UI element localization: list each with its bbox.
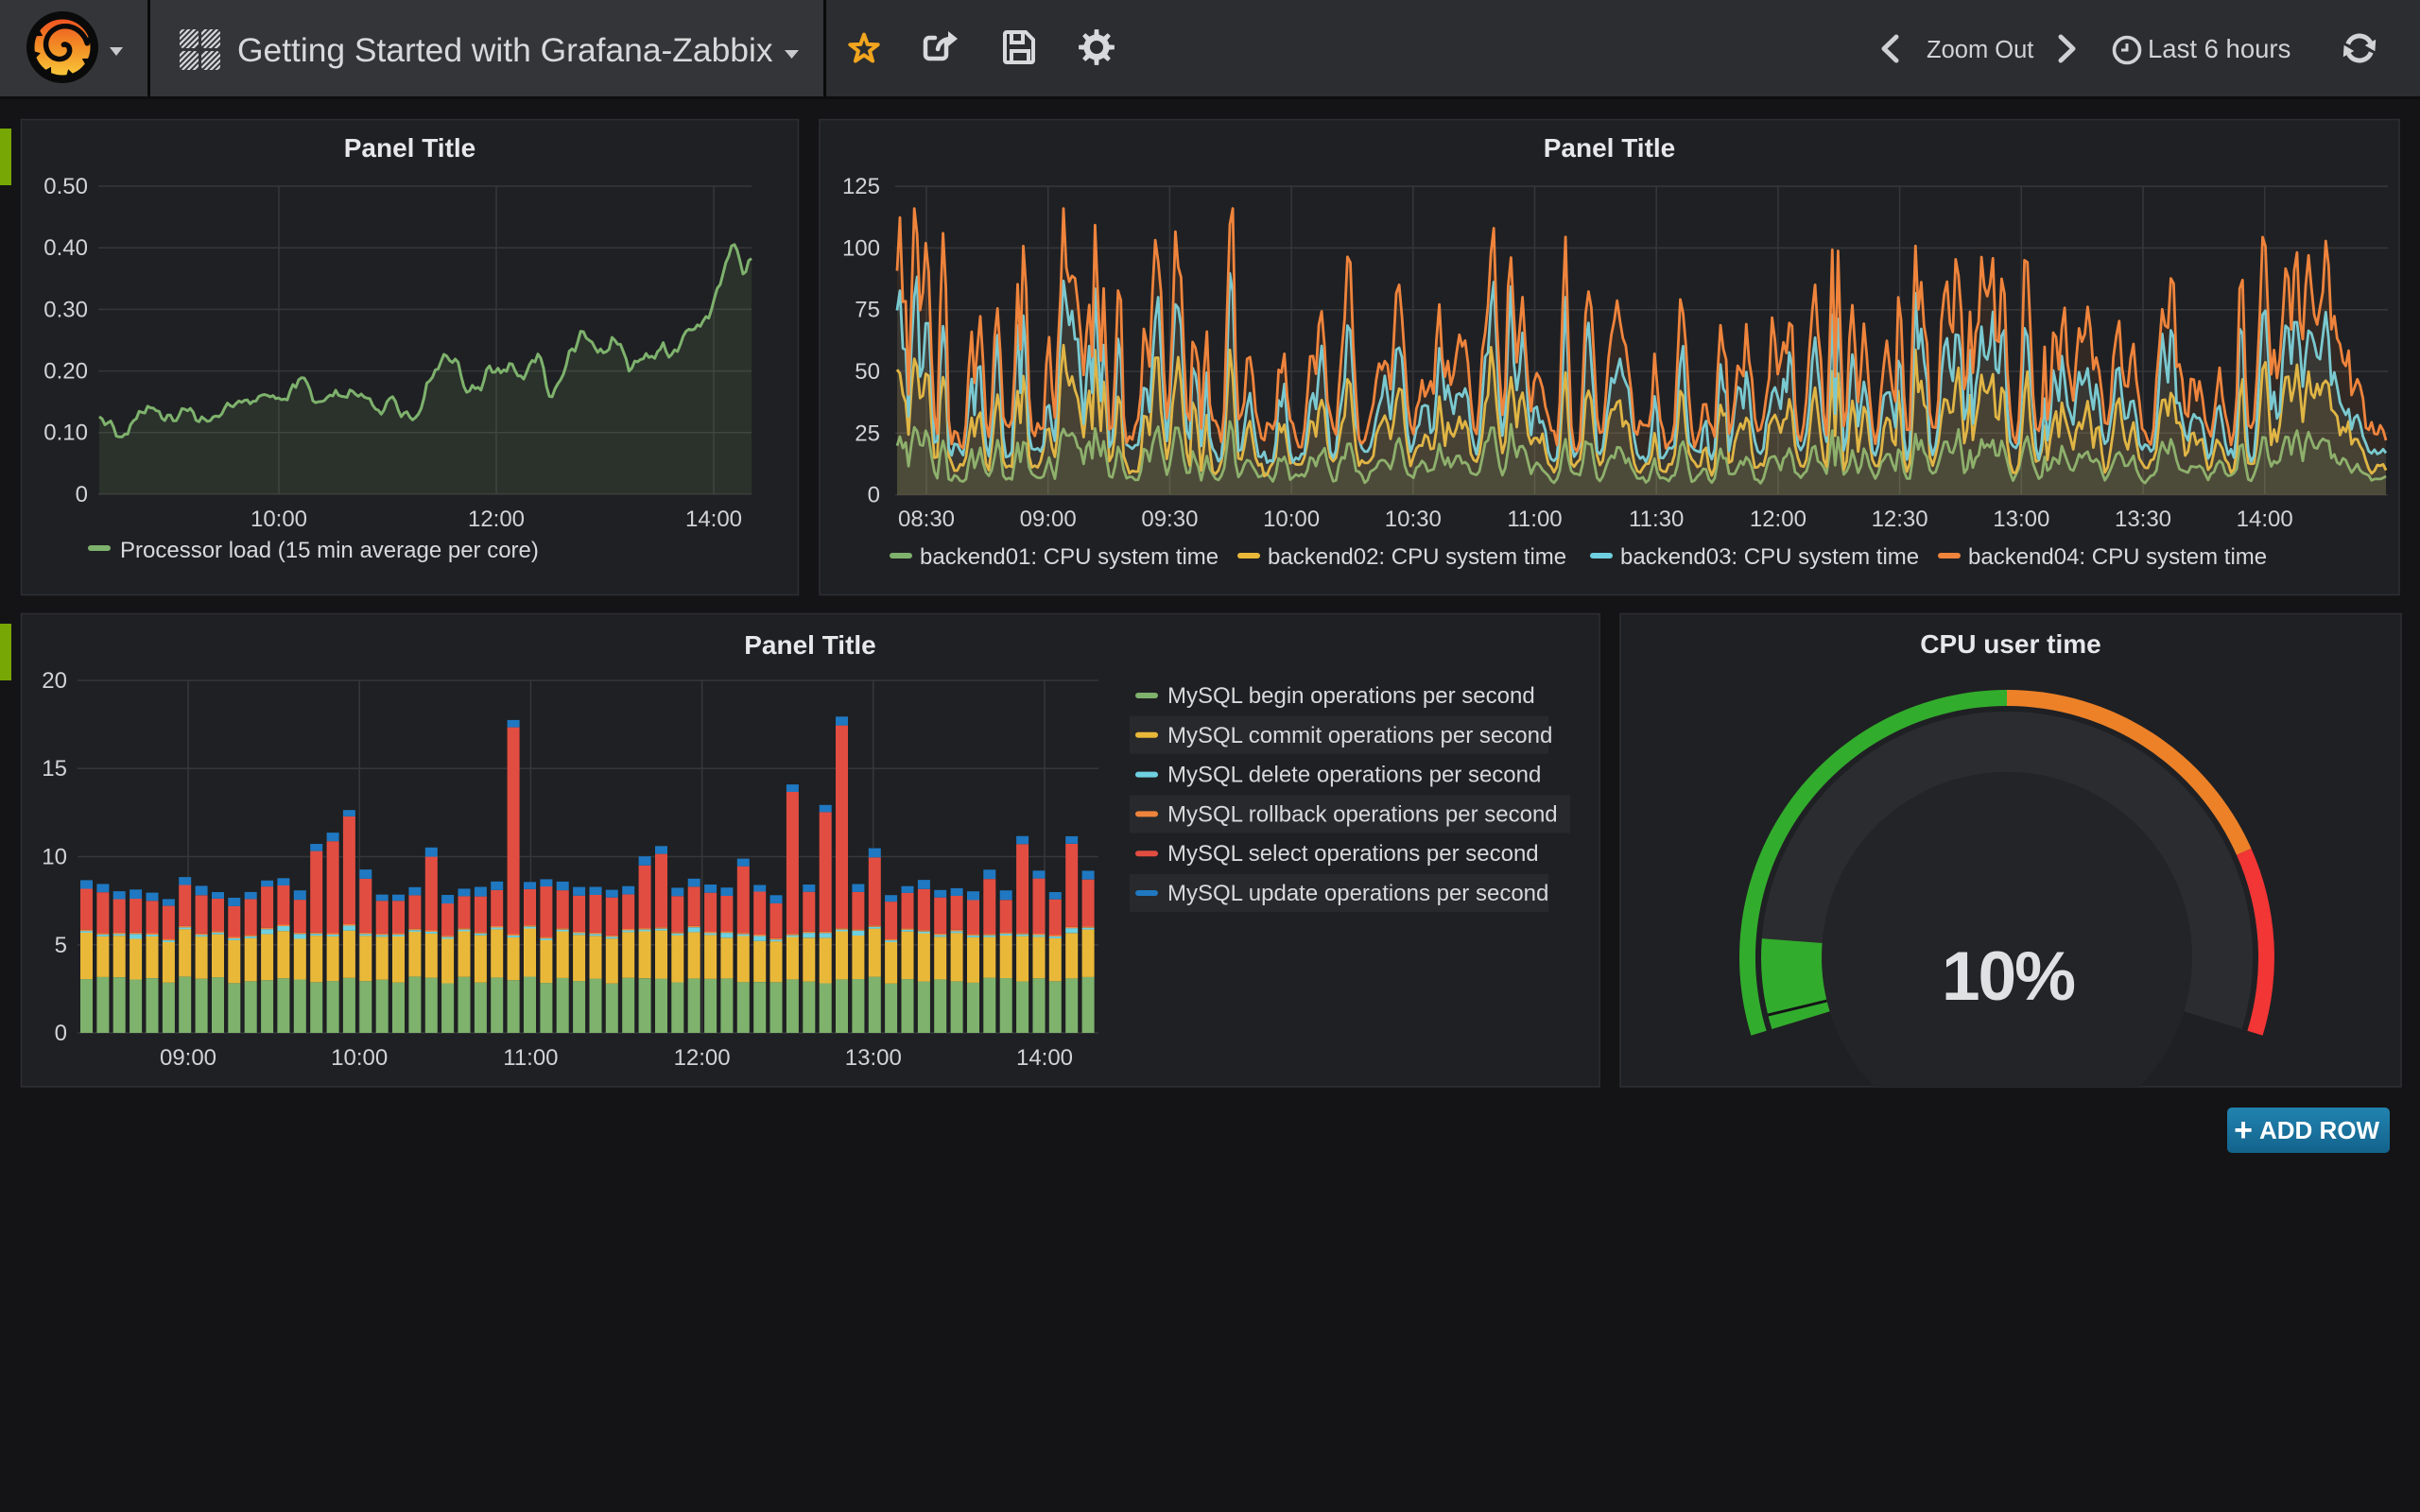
svg-text:11:00: 11:00: [503, 1045, 558, 1071]
svg-text:100: 100: [842, 235, 880, 261]
svg-text:125: 125: [842, 174, 880, 199]
svg-text:MySQL update operations per se: MySQL update operations per second: [1167, 881, 1548, 906]
svg-text:09:00: 09:00: [1020, 507, 1077, 532]
svg-text:0.20: 0.20: [43, 359, 88, 385]
svg-text:0.50: 0.50: [43, 174, 88, 199]
svg-text:MySQL begin operations per sec: MySQL begin operations per second: [1167, 683, 1535, 709]
svg-text:MySQL select operations per se: MySQL select operations per second: [1167, 841, 1539, 867]
svg-text:ADD ROW: ADD ROW: [2259, 1116, 2380, 1144]
svg-text:50: 50: [855, 359, 880, 385]
svg-text:backend04: CPU system time: backend04: CPU system time: [1968, 544, 2267, 570]
svg-text:0: 0: [868, 483, 880, 508]
svg-text:13:30: 13:30: [2115, 507, 2171, 532]
svg-text:12:30: 12:30: [1872, 507, 1928, 532]
svg-text:14:00: 14:00: [1016, 1045, 1073, 1071]
svg-text:09:30: 09:30: [1141, 507, 1198, 532]
svg-text:11:00: 11:00: [1507, 507, 1562, 532]
svg-text:backend02: CPU system time: backend02: CPU system time: [1268, 544, 1566, 570]
svg-text:0: 0: [55, 1021, 67, 1046]
svg-text:10: 10: [42, 845, 67, 870]
svg-text:Processor load (15 min average: Processor load (15 min average per core): [120, 538, 539, 563]
svg-text:14:00: 14:00: [685, 507, 742, 532]
svg-text:09:00: 09:00: [160, 1045, 216, 1071]
svg-text:12:00: 12:00: [468, 507, 525, 532]
svg-text:13:00: 13:00: [1993, 507, 2049, 532]
svg-text:Zoom Out: Zoom Out: [1927, 37, 2033, 63]
svg-text:10:00: 10:00: [331, 1045, 388, 1071]
svg-text:Getting Started with Grafana-Z: Getting Started with Grafana-Zabbix: [237, 31, 773, 69]
svg-text:Last 6 hours: Last 6 hours: [2148, 34, 2290, 63]
svg-text:12:00: 12:00: [674, 1045, 731, 1071]
svg-text:backend01: CPU system time: backend01: CPU system time: [920, 544, 1219, 570]
svg-text:10:30: 10:30: [1385, 507, 1442, 532]
svg-text:MySQL commit operations per se: MySQL commit operations per second: [1167, 723, 1552, 748]
svg-text:08:30: 08:30: [898, 507, 955, 532]
svg-text:20: 20: [42, 668, 67, 694]
svg-text:5: 5: [55, 933, 67, 958]
svg-text:Panel Title: Panel Title: [744, 630, 876, 660]
svg-text:Panel Title: Panel Title: [1544, 133, 1676, 163]
svg-text:0.40: 0.40: [43, 235, 88, 261]
svg-text:backend03: CPU system time: backend03: CPU system time: [1620, 544, 1919, 570]
svg-text:0: 0: [76, 482, 88, 507]
svg-text:11:30: 11:30: [1629, 507, 1684, 532]
svg-text:MySQL rollback operations per: MySQL rollback operations per second: [1167, 801, 1558, 827]
svg-text:15: 15: [42, 756, 67, 782]
svg-text:0.10: 0.10: [43, 421, 88, 446]
svg-text:10%: 10%: [1942, 938, 2074, 1015]
svg-text:Panel Title: Panel Title: [344, 133, 476, 163]
svg-text:14:00: 14:00: [2237, 507, 2293, 532]
svg-text:10:00: 10:00: [1263, 507, 1320, 532]
svg-text:MySQL delete operations per se: MySQL delete operations per second: [1167, 763, 1541, 788]
svg-text:0.30: 0.30: [43, 297, 88, 322]
svg-text:75: 75: [855, 298, 880, 323]
svg-text:CPU user time: CPU user time: [1920, 629, 2100, 659]
svg-text:25: 25: [855, 421, 880, 446]
svg-text:12:00: 12:00: [1750, 507, 1806, 532]
svg-text:13:00: 13:00: [845, 1045, 902, 1071]
svg-text:10:00: 10:00: [251, 507, 307, 532]
svg-text:+: +: [2234, 1112, 2253, 1148]
